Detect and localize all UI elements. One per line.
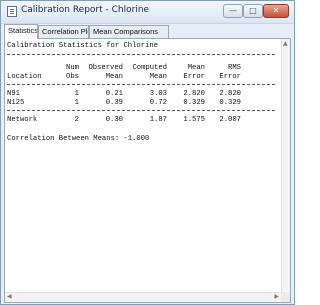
tab-statistics[interactable]: Statistics (4, 24, 38, 39)
scroll-right-icon[interactable]: ▶ (274, 294, 279, 300)
column-header-mean: Mean (187, 64, 205, 72)
table-row-location: N125 (7, 99, 25, 107)
rows-separator (7, 110, 275, 111)
window-title: Calibration Report - Chlorine (21, 5, 150, 15)
scrollbar-corner (281, 292, 290, 302)
heading-underline (7, 54, 275, 55)
summary-computed-mean: 1.87 (149, 116, 167, 124)
summary-rms-error: 2.007 (219, 116, 241, 124)
report-window-icon (7, 6, 17, 17)
summary-num-obs: 2 (74, 116, 79, 124)
table-row-num-obs: 1 (74, 99, 79, 107)
report-window: Calibration Report - Chlorine — □ ✕ Stat… (0, 0, 295, 305)
maximize-button[interactable]: □ (243, 4, 263, 18)
table-row-computed-mean: 0.72 (149, 99, 167, 107)
column-header-rms: RMS (228, 64, 241, 72)
correlation-line: Correlation Between Means: -1.000 (7, 135, 150, 143)
column-header-observed-mean: Mean (105, 73, 123, 81)
tab-bar: Statistics Correlation Plot Mean Compari… (1, 24, 294, 39)
scroll-left-icon[interactable]: ◀ (7, 294, 12, 300)
column-header-obs: Obs (66, 73, 79, 81)
title-bar[interactable]: Calibration Report - Chlorine — □ ✕ (1, 1, 294, 24)
header-separator (7, 84, 275, 85)
table-row-mean-error: 2.820 (183, 90, 205, 98)
column-header-computed-mean: Mean (149, 73, 167, 81)
scroll-up-icon[interactable]: ▲ (283, 41, 288, 47)
horizontal-scrollbar[interactable]: ◀ ▶ (5, 292, 281, 302)
statistics-report: Calibration Statistics for Chlorine Num … (7, 42, 277, 282)
column-header-num: Num (66, 64, 79, 72)
close-button[interactable]: ✕ (263, 4, 289, 18)
table-row-num-obs: 1 (74, 90, 79, 98)
vertical-scrollbar[interactable]: ▲ (281, 39, 290, 293)
column-header-location: Location (7, 73, 42, 81)
tab-mean-comparisons[interactable]: Mean Comparisons (89, 25, 169, 38)
table-row-rms-error: 0.329 (219, 99, 241, 107)
table-row-rms-error: 2.820 (219, 90, 241, 98)
column-header-computed: Computed (132, 64, 167, 72)
table-row-observed-mean: 0.39 (105, 99, 123, 107)
table-row-mean-error: 0.329 (183, 99, 205, 107)
summary-location: Network (7, 116, 38, 124)
table-row-observed-mean: 0.21 (105, 90, 123, 98)
tab-correlation-plot[interactable]: Correlation Plot (38, 25, 89, 38)
report-text-area[interactable]: Calibration Statistics for Chlorine Num … (4, 38, 291, 303)
column-header-observed: Observed (88, 64, 123, 72)
column-header-rms-error: Error (219, 73, 241, 81)
column-header-mean-error: Error (183, 73, 205, 81)
table-row-computed-mean: 3.03 (149, 90, 167, 98)
minimize-button[interactable]: — (223, 4, 243, 18)
report-heading: Calibration Statistics for Chlorine (7, 42, 158, 50)
summary-observed-mean: 0.30 (105, 116, 123, 124)
table-row-location: N91 (7, 90, 20, 98)
summary-mean-error: 1.575 (183, 116, 205, 124)
